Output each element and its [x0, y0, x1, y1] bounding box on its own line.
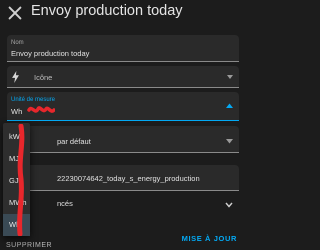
- menu-item-label: GJ: [9, 176, 19, 185]
- redaction-scribble: [27, 106, 55, 113]
- advanced-settings-toggle[interactable]: ncés: [7, 194, 239, 216]
- update-button[interactable]: MISE À JOUR: [182, 234, 237, 243]
- entity-id-field[interactable]: 22230074642_today_s_energy_production: [7, 165, 239, 191]
- dialog-header: Envoy production today: [0, 0, 246, 30]
- unit-field-label: Unité de mesure: [11, 97, 56, 103]
- entity-id-value[interactable]: 22230074642_today_s_energy_production: [57, 174, 200, 183]
- icon-field-value: Icône: [34, 73, 53, 82]
- name-field-label: Nom: [11, 40, 24, 46]
- caret-down-icon: [226, 139, 233, 144]
- delete-button[interactable]: SUPPRIMER: [6, 242, 52, 249]
- unit-field-value: Wh: [11, 107, 23, 116]
- menu-item-gj[interactable]: GJ: [3, 170, 30, 192]
- menu-item-label: MJ: [9, 154, 19, 163]
- dropdown-caret-icon: [227, 75, 233, 79]
- chevron-down-icon: [225, 202, 233, 208]
- menu-item-wh[interactable]: Wh: [3, 214, 30, 236]
- menu-item-kwh[interactable]: kWh: [3, 126, 30, 148]
- menu-item-mj[interactable]: MJ: [3, 148, 30, 170]
- lightning-bolt-icon: [12, 71, 19, 83]
- display-precision-select[interactable]: par défaut: [7, 126, 239, 153]
- unit-dropdown-menu: kWh MJ GJ MWh Wh: [3, 123, 30, 236]
- unit-of-measurement-select[interactable]: Unité de mesure Wh: [7, 92, 239, 121]
- name-field-value[interactable]: Envoy production today: [11, 49, 89, 58]
- menu-item-label: kWh: [9, 132, 24, 141]
- advanced-settings-label: ncés: [57, 199, 73, 208]
- menu-item-label: Wh: [9, 220, 21, 229]
- display-field-value: par défaut: [57, 137, 91, 146]
- menu-item-mwh[interactable]: MWh: [3, 192, 30, 214]
- close-button[interactable]: [6, 4, 24, 22]
- close-icon: [8, 6, 22, 20]
- caret-up-icon: [226, 103, 233, 108]
- menu-item-label: MWh: [9, 198, 27, 207]
- dialog-title: Envoy production today: [31, 3, 183, 19]
- dialog-footer: SUPPRIMER MISE À JOUR: [0, 228, 246, 250]
- icon-field[interactable]: Icône: [7, 66, 239, 88]
- name-field[interactable]: Nom Envoy production today: [7, 35, 239, 62]
